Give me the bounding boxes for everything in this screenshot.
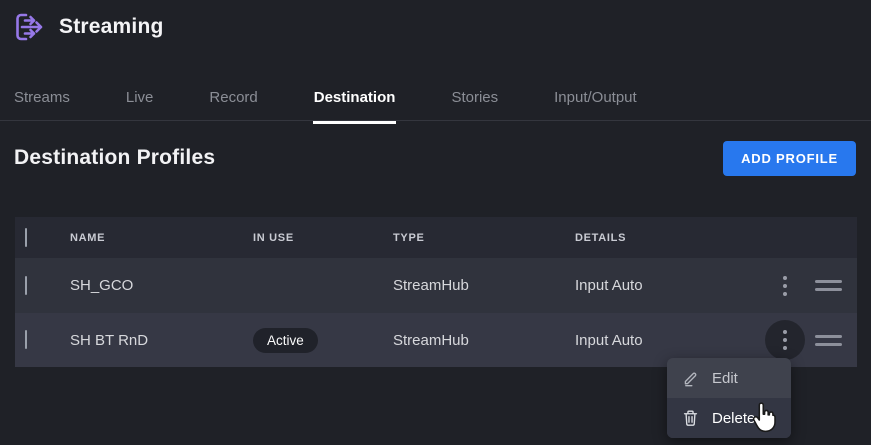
page-title: Streaming bbox=[59, 15, 164, 39]
drag-handle[interactable] bbox=[815, 280, 842, 291]
profile-details: Input Auto bbox=[575, 277, 765, 294]
tab-destination[interactable]: Destination bbox=[314, 86, 396, 121]
select-all-checkbox[interactable] bbox=[25, 228, 27, 247]
app-header: Streaming bbox=[13, 10, 164, 44]
tab-stories[interactable]: Stories bbox=[451, 86, 498, 121]
tab-live[interactable]: Live bbox=[126, 86, 154, 121]
row-checkbox[interactable] bbox=[25, 330, 27, 349]
tab-bar: Streams Live Record Destination Stories … bbox=[14, 86, 637, 121]
profile-name: SH BT RnD bbox=[70, 332, 253, 349]
column-header-details: DETAILS bbox=[575, 232, 765, 244]
menu-item-delete[interactable]: Delete bbox=[667, 398, 791, 438]
kebab-menu-icon[interactable] bbox=[765, 320, 805, 360]
profile-type: StreamHub bbox=[393, 332, 575, 349]
table-header-row: NAME IN USE TYPE DETAILS bbox=[15, 217, 857, 258]
section-title: Destination Profiles bbox=[14, 146, 215, 170]
row-checkbox[interactable] bbox=[25, 276, 27, 295]
column-header-name: NAME bbox=[70, 232, 253, 244]
tab-input-output[interactable]: Input/Output bbox=[554, 86, 637, 121]
menu-item-label: Edit bbox=[712, 370, 738, 387]
kebab-menu-icon[interactable] bbox=[765, 266, 805, 306]
edit-pencil-icon bbox=[682, 370, 699, 387]
tab-record[interactable]: Record bbox=[209, 86, 257, 121]
streaming-icon bbox=[13, 10, 45, 44]
drag-handle[interactable] bbox=[815, 335, 842, 346]
profile-details: Input Auto bbox=[575, 332, 765, 349]
column-header-in-use: IN USE bbox=[253, 232, 393, 244]
profile-type: StreamHub bbox=[393, 277, 575, 294]
row-context-menu: Edit Delete bbox=[667, 358, 791, 438]
trash-icon bbox=[682, 409, 699, 427]
status-badge: Active bbox=[253, 328, 318, 353]
in-use-cell: Active bbox=[253, 328, 393, 353]
add-profile-button[interactable]: ADD PROFILE bbox=[723, 141, 856, 176]
column-header-type: TYPE bbox=[393, 232, 575, 244]
tab-streams[interactable]: Streams bbox=[14, 86, 70, 121]
destination-profiles-table: NAME IN USE TYPE DETAILS SH_GCO StreamHu… bbox=[15, 217, 857, 367]
menu-item-edit[interactable]: Edit bbox=[667, 358, 791, 398]
profile-name: SH_GCO bbox=[70, 277, 253, 294]
menu-item-label: Delete bbox=[712, 410, 755, 427]
table-row: SH_GCO StreamHub Input Auto bbox=[15, 258, 857, 313]
